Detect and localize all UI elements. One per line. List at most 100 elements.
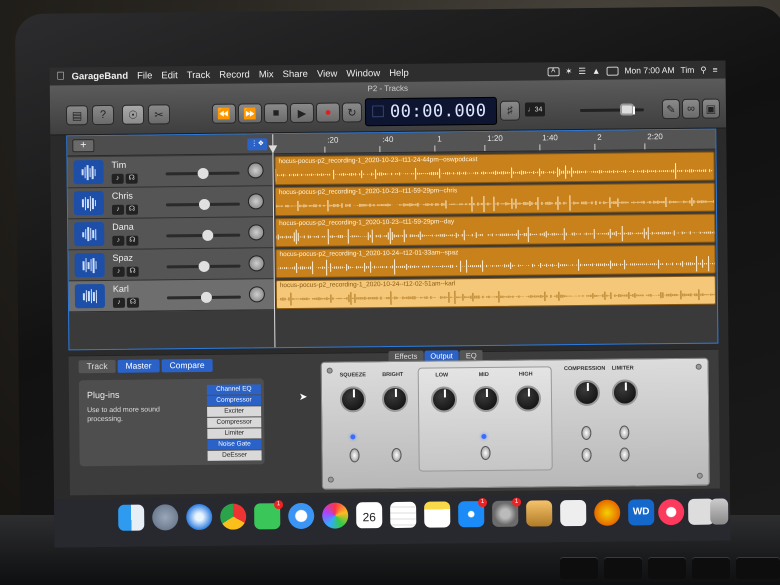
launchpad-icon[interactable]: [152, 504, 179, 531]
headphones-icon[interactable]: ☊: [126, 235, 139, 246]
plugin-slot[interactable]: Limiter: [207, 428, 262, 439]
smart-controls-button[interactable]: ☉: [121, 104, 145, 125]
toggle-switch[interactable]: [581, 425, 592, 441]
editors-button[interactable]: ✂: [147, 104, 171, 125]
calendar-icon[interactable]: 26: [356, 502, 383, 529]
plugin-slot[interactable]: DeEsser: [207, 450, 262, 461]
track-volume-slider[interactable]: [165, 198, 240, 210]
menu-clock[interactable]: Mon 7:00 AM: [624, 65, 674, 76]
track-name[interactable]: Chris: [112, 191, 133, 201]
tab-master[interactable]: Master: [117, 359, 160, 373]
headphones-icon[interactable]: ☊: [125, 204, 139, 215]
track-pan-knob[interactable]: [248, 286, 265, 303]
record-button[interactable]: ●: [315, 102, 341, 123]
track-volume-knob[interactable]: [201, 291, 213, 303]
menu-view[interactable]: View: [317, 68, 338, 79]
menu-share[interactable]: Share: [283, 68, 308, 79]
track-volume-slider[interactable]: [166, 260, 241, 273]
toggle-switch[interactable]: [619, 425, 630, 440]
app-store-icon[interactable]: 1: [458, 497, 488, 528]
track-volume-slider[interactable]: [166, 229, 241, 241]
wd-drive-icon[interactable]: WD: [628, 499, 655, 526]
notepad-button[interactable]: ✎: [661, 98, 681, 120]
media-browser-button[interactable]: ▣: [701, 98, 721, 119]
photos-icon[interactable]: [322, 502, 349, 529]
system-preferences-icon[interactable]: 1: [492, 497, 522, 527]
search-icon[interactable]: ⚲: [700, 64, 706, 75]
notes-icon[interactable]: [424, 501, 451, 528]
lcd-display[interactable]: ☐ 00:00.000: [364, 96, 498, 127]
rewind-button[interactable]: ⏪: [211, 103, 237, 124]
track-volume-knob[interactable]: [201, 229, 214, 241]
headphones-icon[interactable]: ☊: [125, 173, 138, 184]
track-header[interactable]: Karl ♪ ☊: [68, 279, 275, 313]
reminders-icon[interactable]: [390, 501, 417, 529]
finder-icon[interactable]: [118, 504, 145, 531]
plugin-slot[interactable]: Compressor: [207, 417, 262, 428]
menu-help[interactable]: Help: [389, 67, 409, 78]
track-volume-knob[interactable]: [198, 260, 210, 273]
timeline-ruler[interactable]: :20 :40 1 1:20 1:40 2 2:20: [272, 129, 716, 155]
mute-icon[interactable]: ♪: [112, 235, 125, 246]
input-source-icon[interactable]: A: [547, 66, 560, 76]
menu-mix[interactable]: Mix: [259, 69, 274, 80]
toggle-switch[interactable]: [619, 447, 630, 462]
high-knob[interactable]: [514, 385, 542, 412]
chrome-icon[interactable]: [220, 503, 247, 530]
toggle-switch[interactable]: [391, 447, 402, 462]
mute-icon[interactable]: ♪: [112, 297, 126, 308]
garageband-icon[interactable]: [526, 500, 553, 527]
track-name[interactable]: Karl: [113, 284, 129, 294]
track-header[interactable]: Tim ♪ ☊: [67, 155, 273, 189]
count-in-button[interactable]: ♩34: [524, 102, 546, 117]
squeeze-knob[interactable]: [339, 386, 367, 413]
safari-icon[interactable]: [186, 503, 213, 531]
messages-icon[interactable]: [288, 502, 315, 530]
help-button[interactable]: ?: [91, 104, 115, 126]
menu-record[interactable]: Record: [219, 69, 250, 80]
track-header[interactable]: Spaz ♪ ☊: [68, 248, 274, 282]
plugin-slot[interactable]: Channel EQ: [206, 384, 261, 395]
track-pan-knob[interactable]: [247, 162, 264, 179]
add-track-button[interactable]: +: [72, 139, 95, 153]
play-button[interactable]: ▶: [289, 102, 315, 124]
loop-browser-button[interactable]: ∞: [681, 98, 701, 119]
track-volume-slider[interactable]: [165, 167, 240, 180]
toggle-switch[interactable]: [349, 448, 360, 463]
bright-knob[interactable]: [381, 385, 409, 413]
track-volume-knob[interactable]: [199, 198, 211, 210]
menu-edit[interactable]: Edit: [161, 70, 177, 81]
menu-app-name[interactable]: GarageBand: [72, 70, 129, 82]
track-name[interactable]: Tim: [111, 160, 126, 170]
audio-region[interactable]: hocus-pocus-p2_recording-1_2020-10-24--t…: [275, 244, 716, 279]
menu-window[interactable]: Window: [346, 68, 380, 79]
toggle-switch[interactable]: [480, 445, 491, 461]
plugin-slot[interactable]: Compressor: [206, 395, 262, 406]
stop-button[interactable]: ■: [263, 103, 289, 124]
track-pan-knob[interactable]: [248, 224, 265, 241]
master-volume-slider[interactable]: [579, 103, 644, 116]
plugin-slot[interactable]: Noise Gate: [207, 439, 262, 450]
track-volume-slider[interactable]: [166, 291, 241, 303]
battery-icon[interactable]: [606, 66, 619, 76]
mute-icon[interactable]: ♪: [112, 266, 125, 277]
plugin-slot[interactable]: Exciter: [207, 406, 262, 417]
track-pan-knob[interactable]: [247, 193, 265, 210]
track-volume-knob[interactable]: [197, 167, 209, 180]
audio-region[interactable]: hocus-pocus-p2_recording-1_2020-10-24--t…: [275, 275, 717, 310]
track-name[interactable]: Dana: [112, 222, 134, 232]
low-knob[interactable]: [430, 386, 458, 413]
control-center-icon[interactable]: ≡: [713, 65, 718, 75]
trash-icon[interactable]: [710, 498, 729, 525]
firefox-icon[interactable]: [594, 499, 621, 526]
menu-track[interactable]: Track: [187, 69, 211, 80]
fast-forward-button[interactable]: ⏩: [237, 103, 263, 124]
toggle-switch[interactable]: [581, 447, 592, 463]
mute-icon[interactable]: ♪: [111, 204, 125, 215]
smart-tempo-button[interactable]: ⋮❖: [247, 138, 268, 151]
headphones-icon[interactable]: ☊: [126, 297, 140, 308]
audio-region[interactable]: hocus-pocus-p2_recording-1_2020-10-23--t…: [274, 182, 716, 217]
tuner-button[interactable]: ♯: [499, 100, 521, 121]
compression-knob[interactable]: [573, 379, 601, 407]
volume-icon[interactable]: ▲: [592, 66, 601, 76]
